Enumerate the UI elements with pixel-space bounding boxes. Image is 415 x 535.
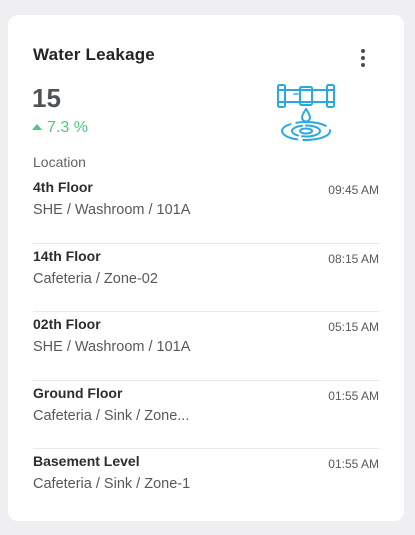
location-time: 01:55 AM (328, 457, 379, 471)
trend-up-icon (32, 124, 42, 130)
card-title: Water Leakage (33, 45, 155, 64)
location-path: Cafeteria / Sink / Zone-1 (33, 476, 191, 492)
location-path: SHE / Washroom / 101A (33, 339, 191, 355)
location-title: 02th Floor (33, 316, 101, 332)
menu-dot (361, 56, 365, 60)
location-path: Cafeteria / Sink / Zone... (33, 407, 190, 424)
location-section-label: Location (33, 154, 86, 170)
location-list: 4th Floor SHE / Washroom / 101A 09:45 AM… (33, 175, 379, 518)
location-time: 08:15 AM (328, 251, 379, 266)
location-time: 05:15 AM (328, 320, 379, 334)
leakage-count: 15 (32, 83, 61, 113)
trend-value: 7.3 % (47, 119, 88, 136)
menu-dot (361, 63, 365, 67)
location-list-item[interactable]: Basement Level Cafeteria / Sink / Zone-1… (33, 449, 379, 518)
location-time: 09:45 AM (328, 183, 379, 197)
location-list-item[interactable]: 14th Floor Cafeteria / Zone-02 08:15 AM (33, 244, 379, 312)
trend-indicator: 7.3 % (32, 119, 88, 137)
water-leakage-card: Water Leakage 15 7.3 % Location 4th Floo… (8, 15, 404, 521)
location-title: Basement Level (33, 453, 140, 469)
location-title: Ground Floor (33, 384, 123, 401)
menu-dot (361, 49, 365, 53)
location-path: SHE / Washroom / 101A (33, 202, 191, 218)
location-time: 01:55 AM (328, 388, 379, 403)
more-options-icon[interactable] (353, 45, 373, 71)
location-path: Cafeteria / Zone-02 (33, 270, 158, 287)
location-title: 4th Floor (33, 179, 93, 195)
location-title: 14th Floor (33, 247, 101, 264)
location-list-item[interactable]: 02th Floor SHE / Washroom / 101A 05:15 A… (33, 312, 379, 381)
location-list-item[interactable]: Ground Floor Cafeteria / Sink / Zone... … (33, 381, 379, 449)
location-list-item[interactable]: 4th Floor SHE / Washroom / 101A 09:45 AM (33, 175, 379, 244)
pipe-leak-icon (277, 84, 335, 141)
